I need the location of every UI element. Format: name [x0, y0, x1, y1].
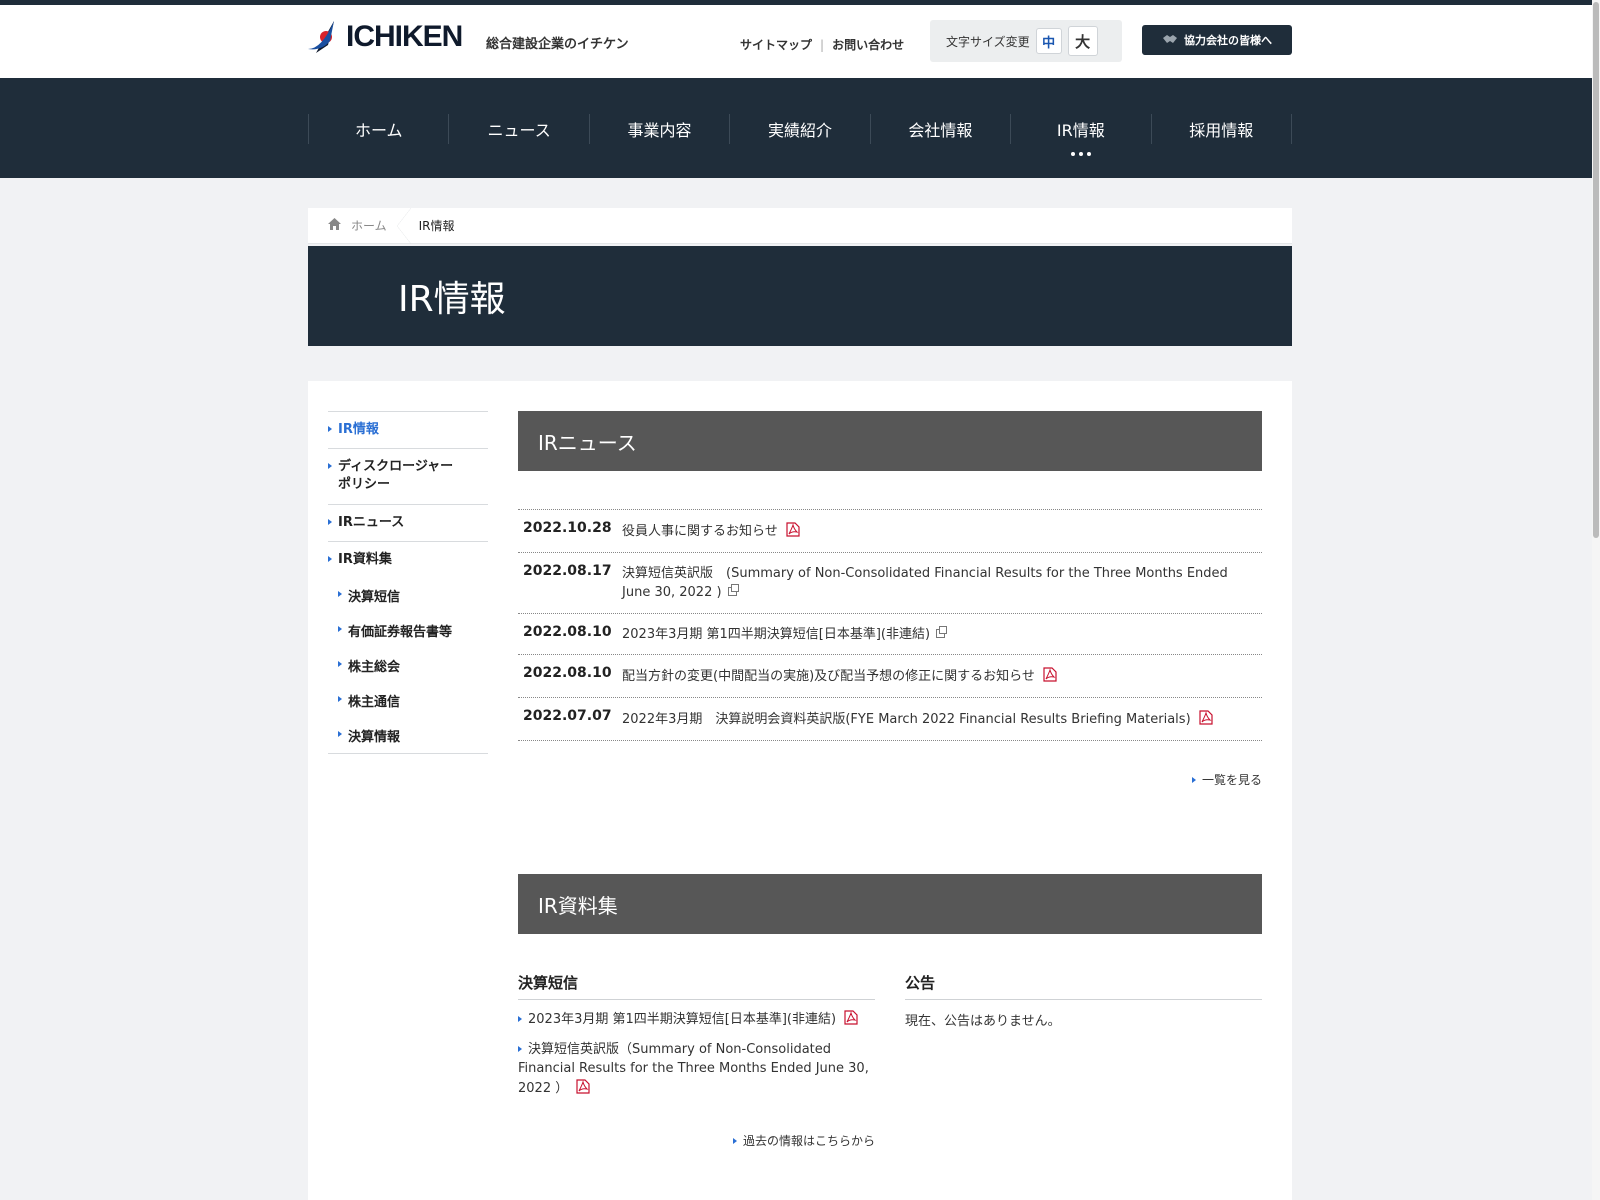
pdf-icon — [786, 522, 800, 537]
news-title[interactable]: 2022年3月期 決算説明会資料英訳版(FYE March 2022 Finan… — [622, 712, 1191, 727]
news-row[interactable]: 2022.10.28 役員人事に関するお知らせ — [518, 510, 1262, 553]
breadcrumb-current: IR情報 — [418, 219, 455, 233]
news-title[interactable]: 2023年3月期 第1四半期決算短信[日本基準](非連結) — [622, 627, 930, 642]
scrollbar-thumb[interactable] — [1593, 2, 1599, 538]
external-link-icon — [936, 625, 948, 638]
main-column: IRニュース 2022.10.28 役員人事に関するお知らせ 2022.08.1… — [518, 411, 1262, 1149]
ir-library-columns: 決算短信 2023年3月期 第1四半期決算短信[日本基準](非連結) 決算短信英… — [518, 972, 1262, 1149]
global-nav: ホーム ニュース 事業内容 実績紹介 会社情報 IR情報 採用情報 — [0, 78, 1600, 178]
kessan-item-label: 決算短信英訳版（Summary of Non-Consolidated Fina… — [518, 1041, 869, 1096]
news-date: 2022.08.10 — [523, 665, 612, 682]
news-title[interactable]: 決算短信英訳版 (Summary of Non-Consolidated Fin… — [622, 566, 1228, 600]
side-nav-sub-kessan[interactable]: 決算短信 — [328, 578, 488, 613]
utility-links: サイトマップ | お問い合わせ — [740, 36, 904, 53]
news-title-wrap: 2023年3月期 第1四半期決算短信[日本基準](非連結) — [622, 624, 948, 645]
past-info-label: 過去の情報はこちらから — [742, 1134, 875, 1149]
nav-item-business[interactable]: 事業内容 — [588, 114, 729, 144]
kessan-item-label: 2023年3月期 第1四半期決算短信[日本基準](非連結) — [528, 1012, 837, 1028]
side-nav-sub-securities-report[interactable]: 有価証券報告書等 — [328, 613, 488, 648]
breadcrumb-home[interactable]: ホーム — [308, 208, 411, 244]
font-size-medium-button[interactable]: 中 — [1035, 28, 1062, 54]
ir-news-section: IRニュース 2022.10.28 役員人事に関するお知らせ 2022.08.1… — [518, 411, 1262, 788]
tagline: 総合建設企業のイチケン — [486, 37, 629, 52]
site-logo[interactable]: ICHIKEN — [308, 19, 463, 55]
side-nav-end-divider — [328, 752, 488, 754]
arrow-right-icon — [1191, 777, 1196, 784]
external-link-icon — [727, 583, 739, 596]
nav-item-news[interactable]: ニュース — [448, 114, 588, 144]
logo-text: ICHIKEN — [346, 20, 463, 53]
kessan-item[interactable]: 決算短信英訳版（Summary of Non-Consolidated Fina… — [518, 1040, 875, 1099]
nav-item-recruit[interactable]: 採用情報 — [1150, 114, 1292, 144]
sitemap-link[interactable]: サイトマップ — [740, 36, 812, 53]
site-header: ICHIKEN 総合建設企業のイチケン サイトマップ | お問い合わせ 文字サイ… — [0, 5, 1600, 78]
home-icon — [328, 218, 351, 233]
side-nav-sub-shareholders-newsletter[interactable]: 株主通信 — [328, 683, 488, 718]
contact-link[interactable]: お問い合わせ — [832, 36, 904, 53]
arrow-right-icon — [732, 1138, 737, 1145]
nav-item-ir-label: IR情報 — [1056, 121, 1105, 140]
news-row[interactable]: 2022.07.07 2022年3月期 決算説明会資料英訳版(FYE March… — [518, 698, 1262, 742]
page-scrollbar[interactable] — [1592, 0, 1600, 1200]
news-list: 2022.10.28 役員人事に関するお知らせ 2022.08.17 決算短信英… — [518, 509, 1262, 742]
font-size-large-button[interactable]: 大 — [1067, 26, 1098, 56]
arrow-right-icon — [518, 1045, 522, 1052]
news-more-label: 一覧を見る — [1201, 773, 1262, 788]
news-title-wrap: 配当方針の変更(中間配当の実施)及び配当予想の修正に関するお知らせ — [622, 665, 1057, 687]
side-nav-item-ir-library[interactable]: IR資料集 — [328, 540, 488, 578]
news-date: 2022.07.07 — [523, 708, 612, 725]
side-nav: IR情報 ディスクロージャー ポリシー IRニュース IR資料集 決算短信 有価… — [328, 411, 488, 754]
nav-item-home[interactable]: ホーム — [308, 114, 448, 144]
side-nav-sub-shareholders-meeting[interactable]: 株主総会 — [328, 648, 488, 683]
font-size-switcher: 文字サイズ変更 中 大 — [930, 20, 1122, 62]
nav-item-company[interactable]: 会社情報 — [869, 114, 1010, 144]
font-size-label: 文字サイズ変更 — [946, 34, 1030, 49]
ir-library-section: IR資料集 決算短信 2023年3月期 第1四半期決算短信[日本基準](非連結)… — [518, 874, 1262, 1149]
breadcrumb-home-label: ホーム — [351, 219, 387, 233]
breadcrumb: ホーム IR情報 — [308, 208, 1292, 244]
ir-library-heading: IR資料集 — [518, 874, 1262, 935]
news-date: 2022.08.10 — [523, 623, 612, 640]
notice-column: 公告 現在、公告はありません。 — [905, 972, 1262, 1149]
kessan-column: 決算短信 2023年3月期 第1四半期決算短信[日本基準](非連結) 決算短信英… — [518, 972, 875, 1149]
nav-item-works[interactable]: 実績紹介 — [729, 114, 869, 144]
notice-text: 現在、公告はありません。 — [905, 1014, 1061, 1030]
handshake-icon — [1162, 33, 1178, 48]
logo-mark-icon — [308, 19, 344, 55]
news-row[interactable]: 2022.08.10 2023年3月期 第1四半期決算短信[日本基準](非連結) — [518, 614, 1262, 656]
news-date: 2022.08.17 — [523, 562, 612, 579]
news-title[interactable]: 配当方針の変更(中間配当の実施)及び配当予想の修正に関するお知らせ — [622, 669, 1035, 684]
news-row[interactable]: 2022.08.17 決算短信英訳版 (Summary of Non-Conso… — [518, 553, 1262, 614]
side-nav-sub-financial-info[interactable]: 決算情報 — [328, 718, 488, 753]
nav-item-ir[interactable]: IR情報 — [1010, 114, 1150, 156]
pdf-icon — [1043, 667, 1057, 682]
news-title-wrap: 決算短信英訳版 (Summary of Non-Consolidated Fin… — [622, 563, 1257, 603]
past-info-link[interactable]: 過去の情報はこちらから — [518, 1132, 875, 1149]
content-area: IR情報 ディスクロージャー ポリシー IRニュース IR資料集 決算短信 有価… — [308, 381, 1292, 1200]
news-title[interactable]: 役員人事に関するお知らせ — [622, 524, 778, 539]
news-title-wrap: 役員人事に関するお知らせ — [622, 520, 800, 542]
arrow-right-icon — [518, 1016, 522, 1023]
partner-button[interactable]: 協力会社の皆様へ — [1142, 25, 1292, 55]
news-title-wrap: 2022年3月期 決算説明会資料英訳版(FYE March 2022 Finan… — [622, 708, 1213, 730]
news-more-link[interactable]: 一覧を見る — [518, 771, 1262, 788]
news-date: 2022.10.28 — [523, 520, 612, 536]
ir-news-heading: IRニュース — [518, 411, 1262, 471]
page-title: IR情報 — [308, 246, 1292, 346]
partner-button-label: 協力会社の皆様へ — [1184, 34, 1272, 47]
news-row[interactable]: 2022.08.10 配当方針の変更(中間配当の実施)及び配当予想の修正に関する… — [518, 655, 1262, 699]
divider: | — [820, 37, 825, 52]
side-nav-item-ir[interactable]: IR情報 — [328, 411, 488, 448]
active-indicator-icon — [1070, 152, 1091, 156]
pdf-icon — [1199, 710, 1213, 725]
pdf-icon — [844, 1010, 858, 1025]
side-nav-item-ir-news[interactable]: IRニュース — [328, 503, 488, 541]
notice-heading: 公告 — [905, 972, 1262, 1001]
kessan-item[interactable]: 2023年3月期 第1四半期決算短信[日本基準](非連結) — [518, 1010, 875, 1030]
kessan-heading: 決算短信 — [518, 972, 875, 1001]
pdf-icon — [576, 1078, 590, 1094]
side-nav-item-disclosure-policy[interactable]: ディスクロージャー ポリシー — [328, 448, 488, 503]
